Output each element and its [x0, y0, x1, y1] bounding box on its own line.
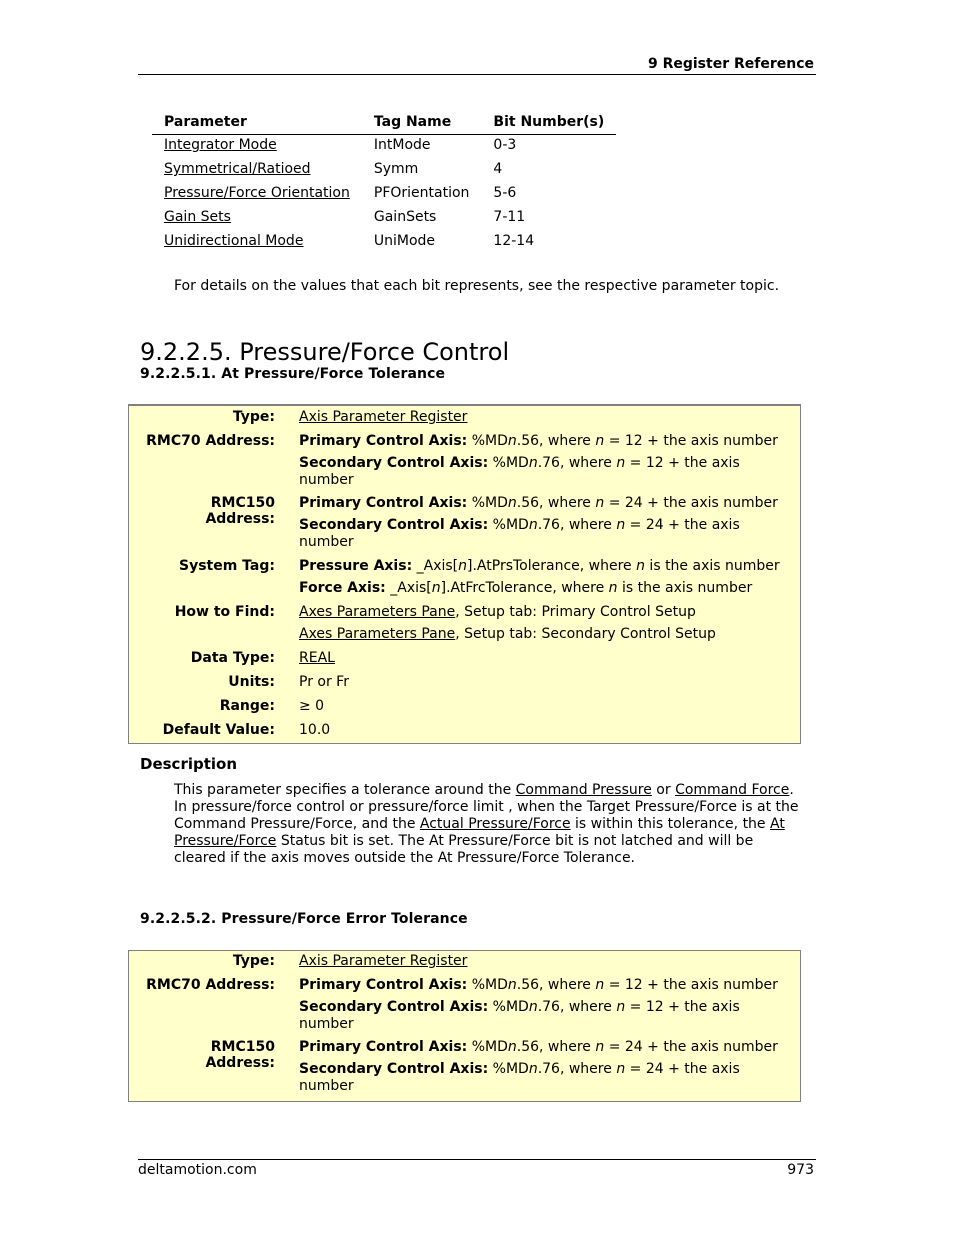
default-value: 10.0 — [299, 722, 331, 738]
primary-label: Primary Control Axis: — [299, 433, 468, 449]
bit-number: 4 — [493, 161, 503, 177]
force-axis-label: Force Axis: — [299, 580, 386, 596]
bit-number: 7-11 — [493, 209, 526, 225]
prop-row-units: Units: Pr or Fr — [129, 674, 800, 698]
rmc70-primary-value: %MDn.56, where n = 12 + the axis number — [467, 433, 778, 449]
bit-table-header: Parameter Tag Name Bit Number(s) — [152, 110, 617, 135]
table-row: Gain Sets GainSets 7-11 — [152, 207, 616, 231]
data-type-link[interactable]: REAL — [299, 650, 335, 666]
prop-row-rmc70: RMC70 Address: Primary Control Axis: %MD… — [129, 977, 800, 1039]
prop-row-system-tag: System Tag: Pressure Axis: _Axis[n].AtPr… — [129, 558, 800, 604]
col-tag-name: Tag Name — [361, 110, 482, 135]
how-to-find-primary: , Setup tab: Primary Control Setup — [455, 604, 696, 620]
parameter-link[interactable]: Gain Sets — [164, 209, 231, 225]
prop-label: How to Find: — [174, 604, 275, 620]
footer-rule — [138, 1159, 816, 1160]
desc-text: This parameter specifies a tolerance aro… — [174, 782, 516, 798]
primary-label: Primary Control Axis: — [299, 495, 468, 511]
bit-number: 5-6 — [493, 185, 517, 201]
description-text: This parameter specifies a tolerance aro… — [174, 782, 809, 867]
axes-parameters-pane-link[interactable]: Axes Parameters Pane — [299, 604, 455, 620]
parameter-link[interactable]: Unidirectional Mode — [164, 233, 303, 249]
prop-label: Units: — [228, 674, 275, 690]
pressure-axis-value: _Axis[n].AtPrsTolerance, where n is the … — [412, 558, 780, 574]
table-row: Symmetrical/Ratioed Symm 4 — [152, 159, 616, 183]
rmc150-primary-value: %MDn.56, where n = 24 + the axis number — [467, 1039, 778, 1055]
secondary-label: Secondary Control Axis: — [299, 999, 489, 1015]
force-axis-value: _Axis[n].AtFrcTolerance, where n is the … — [385, 580, 753, 596]
units-value: Pr or Fr — [299, 674, 349, 690]
type-link[interactable]: Axis Parameter Register — [299, 409, 467, 425]
prop-label: RMC150 Address: — [205, 495, 275, 527]
type-link[interactable]: Axis Parameter Register — [299, 953, 467, 969]
prop-row-rmc150: RMC150 Address: Primary Control Axis: %M… — [129, 495, 800, 558]
prop-row-type: Type: Axis Parameter Register — [129, 409, 800, 433]
prop-label: System Tag: — [178, 558, 275, 574]
prop-label: Type: — [232, 409, 275, 425]
tag-name: GainSets — [373, 209, 437, 225]
actual-pressure-force-link[interactable]: Actual Pressure/Force — [420, 816, 571, 832]
range-value: ≥ 0 — [299, 698, 325, 714]
prop-row-type: Type: Axis Parameter Register — [129, 953, 800, 977]
prop-label: Default Value: — [162, 722, 275, 738]
parameter-link[interactable]: Symmetrical/Ratioed — [164, 161, 311, 177]
bit-number: 0-3 — [493, 137, 517, 153]
prop-row-default-value: Default Value: 10.0 — [129, 722, 800, 746]
prop-label: RMC150 Address: — [205, 1039, 275, 1071]
table-row: Pressure/Force Orientation PFOrientation… — [152, 183, 616, 207]
rmc70-primary-value: %MDn.56, where n = 12 + the axis number — [467, 977, 778, 993]
col-bit-numbers: Bit Number(s) — [481, 110, 617, 135]
pressure-axis-label: Pressure Axis: — [299, 558, 413, 574]
command-force-link[interactable]: Command Force — [675, 782, 789, 798]
prop-label: RMC70 Address: — [146, 977, 275, 993]
secondary-label: Secondary Control Axis: — [299, 1061, 489, 1077]
how-to-find-secondary: , Setup tab: Secondary Control Setup — [455, 626, 716, 642]
header-rule — [138, 74, 816, 75]
bit-details-note: For details on the values that each bit … — [174, 278, 780, 294]
tag-name: Symm — [373, 161, 419, 177]
page-number: 973 — [787, 1162, 814, 1178]
col-parameter: Parameter — [152, 110, 362, 135]
primary-label: Primary Control Axis: — [299, 977, 468, 993]
table-row: Unidirectional Mode UniMode 12-14 — [152, 231, 616, 255]
section-title: 9.2.2.5. Pressure/Force Control — [140, 338, 510, 366]
prop-row-range: Range: ≥ 0 — [129, 698, 800, 722]
bit-number: 12-14 — [493, 233, 535, 249]
prop-row-how-to-find: How to Find: Axes Parameters Pane, Setup… — [129, 604, 800, 650]
bit-table: Parameter Tag Name Bit Number(s) Integra… — [152, 110, 617, 255]
secondary-label: Secondary Control Axis: — [299, 517, 489, 533]
prop-label: RMC70 Address: — [146, 433, 275, 449]
parameter-link[interactable]: Integrator Mode — [164, 137, 277, 153]
prop-label: Range: — [219, 698, 275, 714]
subsection-title-1: 9.2.2.5.1. At Pressure/Force Tolerance — [140, 366, 446, 382]
tag-name: PFOrientation — [373, 185, 470, 201]
desc-text: is within this tolerance, the — [570, 816, 770, 832]
subsection-title-2: 9.2.2.5.2. Pressure/Force Error Toleranc… — [140, 911, 468, 927]
desc-text: or — [651, 782, 676, 798]
tag-name: UniMode — [373, 233, 436, 249]
tag-name: IntMode — [373, 137, 431, 153]
rmc150-primary-value: %MDn.56, where n = 24 + the axis number — [467, 495, 778, 511]
secondary-label: Secondary Control Axis: — [299, 455, 489, 471]
axes-parameters-pane-link[interactable]: Axes Parameters Pane — [299, 626, 455, 642]
primary-label: Primary Control Axis: — [299, 1039, 468, 1055]
property-box-error-tolerance: Type: Axis Parameter Register RMC70 Addr… — [128, 950, 801, 1102]
prop-label: Type: — [232, 953, 275, 969]
description-heading: Description — [140, 755, 238, 773]
footer-site: deltamotion.com — [138, 1162, 257, 1178]
running-header: 9 Register Reference — [647, 56, 814, 72]
property-box-at-tolerance: Type: Axis Parameter Register RMC70 Addr… — [128, 404, 801, 744]
table-row: Integrator Mode IntMode 0-3 — [152, 135, 616, 160]
command-pressure-link[interactable]: Command Pressure — [516, 782, 652, 798]
parameter-link[interactable]: Pressure/Force Orientation — [164, 185, 350, 201]
prop-row-rmc70: RMC70 Address: Primary Control Axis: %MD… — [129, 433, 800, 495]
prop-row-data-type: Data Type: REAL — [129, 650, 800, 674]
prop-label: Data Type: — [190, 650, 275, 666]
prop-row-rmc150: RMC150 Address: Primary Control Axis: %M… — [129, 1039, 800, 1101]
